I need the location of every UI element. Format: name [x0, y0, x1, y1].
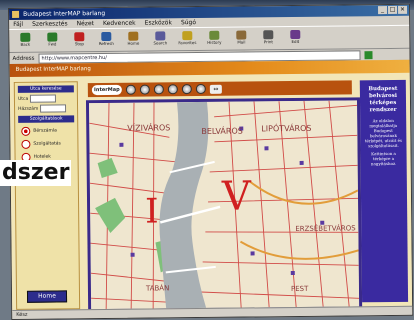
- pan-icon[interactable]: [153, 84, 164, 95]
- intermap-logo: InterMap: [91, 84, 122, 96]
- toolbar-button-history[interactable]: History: [202, 29, 226, 49]
- window-title: Budapest InterMAP barlang: [23, 9, 106, 18]
- menu-tools[interactable]: Eszközök: [145, 18, 172, 27]
- zoom-in-icon[interactable]: [125, 84, 136, 95]
- zoom-out-icon[interactable]: [139, 84, 150, 95]
- favorites-icon: [182, 31, 193, 41]
- stop-icon: [74, 32, 85, 42]
- info-icon[interactable]: [167, 84, 178, 95]
- print-map-icon[interactable]: [181, 84, 192, 95]
- toolbar-button-fwd[interactable]: Fwd: [40, 30, 64, 50]
- window-controls: _ □ ×: [378, 5, 408, 15]
- toolbar-button-print[interactable]: Print: [256, 28, 280, 48]
- city-map[interactable]: VÍZIVÁROS BELVÁROS LIPÓTVÁROS ERZSÉBETVÁ…: [85, 97, 363, 313]
- arrows-icon[interactable]: ⇔: [209, 84, 222, 94]
- district-number: I: [145, 191, 159, 231]
- menu-view[interactable]: Nézet: [77, 19, 94, 28]
- district-label: PEST: [291, 285, 309, 293]
- district-number: V: [221, 173, 252, 219]
- toolbar-button-label: Mail: [237, 39, 246, 45]
- edit-icon: [290, 29, 301, 40]
- search-icon: [155, 31, 166, 41]
- radio-label: Hotelek: [33, 154, 51, 160]
- toolbar-button-back[interactable]: Back: [13, 31, 37, 51]
- address-label: Address: [12, 55, 35, 62]
- menu-help[interactable]: Súgó: [181, 18, 196, 27]
- toolbar-button-label: Refresh: [98, 40, 114, 47]
- mail-icon: [236, 30, 247, 40]
- layers-heading: Szolgáltatások: [18, 115, 75, 123]
- toolbar-button-label: Home: [127, 40, 140, 46]
- minimize-button[interactable]: _: [378, 6, 388, 15]
- toolbar-button-label: Fwd: [48, 41, 57, 47]
- toolbar-button-label: Edit: [291, 38, 300, 45]
- house-number-row: Házszám: [18, 104, 74, 113]
- info-text-2: Kattintson a térképre a nagyításhoz.: [370, 150, 397, 167]
- home-button[interactable]: Home: [26, 290, 68, 303]
- toolbar-button-label: Back: [20, 41, 31, 47]
- district-label: TABÁN: [145, 283, 169, 292]
- toolbar-button-edit[interactable]: Edit: [283, 28, 307, 48]
- house-number-label: Házszám: [18, 106, 39, 112]
- toolbar-button-stop[interactable]: Stop: [67, 30, 91, 50]
- close-button[interactable]: ×: [397, 5, 408, 14]
- radio-icon[interactable]: [21, 139, 31, 149]
- search-heading: Utca keresése: [17, 85, 74, 93]
- site-header-text: Budapest InterMAP barlang: [15, 66, 91, 73]
- toolbar-button-label: Search: [153, 40, 168, 46]
- info-title: Budapest belvárosi térképes rendszer: [368, 85, 398, 114]
- house-number-input[interactable]: [40, 104, 67, 113]
- map-toolbar: InterMap ⇔: [87, 80, 352, 98]
- forward-arrow-icon: [47, 32, 58, 42]
- print-icon: [263, 30, 274, 40]
- menu-favorites[interactable]: Kedvencek: [103, 19, 136, 28]
- browser-app-icon: [12, 10, 20, 18]
- toolbar-button-favorites[interactable]: Favorites: [175, 29, 199, 49]
- street-input[interactable]: [30, 94, 57, 103]
- district-label: ERZSÉBETVÁROS: [295, 223, 356, 233]
- district-label: VÍZIVÁROS: [127, 121, 170, 132]
- menu-edit[interactable]: Szerkesztés: [32, 19, 68, 28]
- home-icon: [128, 31, 139, 41]
- measure-icon[interactable]: [195, 83, 206, 95]
- district-label: LIPÓTVÁROS: [261, 122, 311, 134]
- district-label: BELVÁROS: [201, 125, 243, 136]
- toolbar-button-label: Print: [263, 39, 273, 45]
- toolbar-button-home[interactable]: Home: [121, 30, 145, 50]
- maximize-button[interactable]: □: [388, 5, 398, 15]
- radio-icon[interactable]: [21, 126, 31, 136]
- overlay-caption: dszer: [0, 160, 72, 186]
- street-label: Utca: [17, 96, 29, 102]
- back-arrow-icon: [20, 32, 31, 42]
- toolbar-button-label: Stop: [74, 41, 84, 47]
- toolbar-button-refresh[interactable]: Refresh: [94, 30, 118, 50]
- info-text: Az oldalon megtalálhatja Budapest belvár…: [364, 117, 403, 149]
- toolbar-button-label: Favorites: [178, 40, 197, 46]
- refresh-icon: [101, 31, 112, 42]
- info-panel: Budapest belvárosi térképes rendszer Az …: [359, 79, 409, 303]
- map-canvas[interactable]: VÍZIVÁROS BELVÁROS LIPÓTVÁROS ERZSÉBETVÁ…: [89, 100, 360, 310]
- radio-option-1[interactable]: Bérszámla: [21, 126, 71, 136]
- radio-label: Bérszámla: [33, 128, 57, 134]
- toolbar-button-mail[interactable]: Mail: [229, 28, 253, 48]
- menu-file[interactable]: Fájl: [13, 20, 23, 29]
- toolbar-button-label: History: [207, 39, 222, 45]
- radio-label: Szolgáltatás: [33, 141, 61, 147]
- site-header: Budapest InterMAP barlang: [9, 59, 410, 77]
- go-icon[interactable]: [364, 50, 373, 59]
- radio-option-2[interactable]: Szolgáltatás: [21, 139, 71, 149]
- history-icon: [209, 30, 220, 40]
- search-panel: Utca keresése Utca Házszám Szolgáltatáso…: [13, 81, 81, 310]
- toolbar-button-search[interactable]: Search: [148, 29, 172, 49]
- street-row: Utca: [18, 94, 74, 103]
